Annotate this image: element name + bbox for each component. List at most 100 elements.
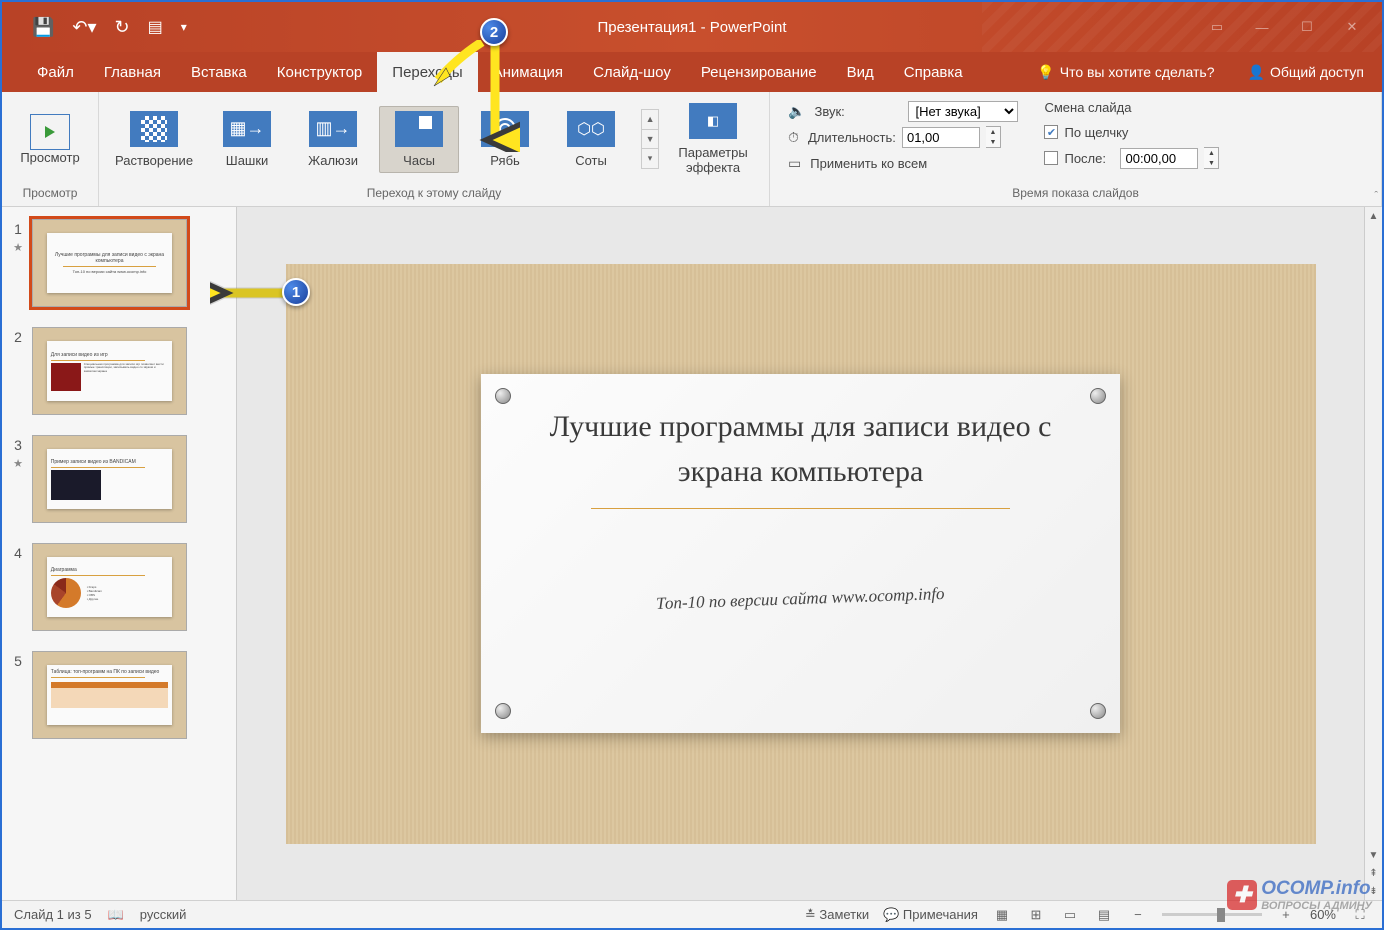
duration-icon: ⏱ (788, 129, 799, 146)
slide-thumb-5[interactable]: Таблица: топ-программ на ПК по записи ви… (32, 651, 187, 739)
thumb-3-title: Пример записи видео из BANDICAM (51, 459, 136, 465)
lightbulb-icon: 💡 (1037, 64, 1054, 81)
sound-icon: 🔈 (788, 103, 805, 120)
blinds-icon: ▥→ (309, 111, 357, 147)
apply-all-icon: ▭ (788, 155, 801, 172)
tell-me-label: Что вы хотите сделать? (1060, 64, 1215, 80)
duration-up[interactable]: ▲ (986, 127, 1000, 137)
save-icon[interactable]: 💾 (32, 17, 54, 38)
slide-canvas-area[interactable]: Лучшие программы для записи видео с экра… (286, 264, 1316, 844)
gallery-up-icon[interactable]: ▲ (642, 110, 658, 130)
qat-customize-icon[interactable]: ▾ (181, 20, 187, 34)
sound-label: Звук: (814, 104, 902, 119)
undo-icon[interactable]: ↶▾ (72, 17, 96, 38)
tab-slideshow[interactable]: Слайд-шоу (578, 52, 686, 92)
slide-thumb-1[interactable]: Лучшие программы для записи видео с экра… (32, 219, 187, 307)
zoom-slider[interactable] (1162, 913, 1262, 916)
tab-design[interactable]: Конструктор (262, 52, 378, 92)
quick-access-toolbar: 💾 ↶▾ ↻ ▤ ▾ (2, 17, 187, 38)
language-indicator[interactable]: русский (140, 907, 187, 922)
reading-view-icon[interactable]: ▭ (1060, 906, 1080, 924)
maximize-icon[interactable]: ☐ (1297, 17, 1317, 37)
duration-input[interactable] (902, 127, 980, 148)
thumb-number: 4 (14, 545, 22, 561)
callout-arrow-2b (432, 40, 502, 90)
thumb-number: 3 (14, 437, 22, 453)
after-input[interactable] (1120, 148, 1198, 169)
slide-thumb-2[interactable]: Для записи видео из игрСпециальная прогр… (32, 327, 187, 415)
slide-title-text[interactable]: Лучшие программы для записи видео с экра… (521, 404, 1080, 494)
after-down[interactable]: ▼ (1204, 158, 1218, 168)
transition-blinds[interactable]: ▥→ Жалюзи (293, 107, 373, 172)
slide-divider (591, 508, 1010, 509)
scroll-up-icon[interactable]: ▲ (1365, 207, 1382, 225)
tab-review[interactable]: Рецензирование (686, 52, 832, 92)
comments-button[interactable]: 💬 Примечания (883, 907, 978, 923)
status-bar: Слайд 1 из 5 📖 русский ≛ Заметки 💬 Приме… (2, 900, 1382, 928)
checker-label: Шашки (226, 153, 269, 168)
tab-insert[interactable]: Вставка (176, 52, 262, 92)
share-icon: 👤 (1248, 64, 1265, 81)
slide-subtitle-text[interactable]: Топ-10 по версии сайта www.ocomp.info (656, 584, 945, 614)
normal-view-icon[interactable]: ▦ (992, 906, 1012, 924)
tab-file[interactable]: Файл (22, 52, 89, 92)
preview-button[interactable]: Просмотр (10, 110, 90, 169)
ribbon-tabs: Файл Главная Вставка Конструктор Переход… (2, 52, 1382, 92)
tab-help[interactable]: Справка (889, 52, 978, 92)
slide-thumb-3[interactable]: Пример записи видео из BANDICAM (32, 435, 187, 523)
clock-label: Часы (403, 153, 435, 168)
apply-to-all-button[interactable]: ▭ Применить ко всем (788, 152, 1018, 174)
zoom-out-icon[interactable]: − (1128, 906, 1148, 924)
slide-thumbnails-panel: 1 ★ Лучшие программы для записи видео с э… (2, 207, 237, 900)
thumb-4-title: Диаграмма (51, 567, 77, 573)
decorative-screw (1090, 703, 1106, 719)
honeycomb-icon: ⬡⬡ (567, 111, 615, 147)
sound-dropdown[interactable]: [Нет звука] (908, 101, 1018, 122)
watermark-line1: OCOMP.info (1261, 878, 1372, 900)
notes-button[interactable]: ≛ Заметки (805, 907, 869, 923)
watermark: ✚ OCOMP.info ВОПРОСЫ АДМИНУ (1227, 878, 1372, 912)
gallery-more-icon[interactable]: ▾ (642, 149, 658, 168)
on-click-label: По щелчку (1064, 125, 1128, 140)
ribbon: Просмотр Просмотр Растворение ▦→ Шашки ▥… (2, 92, 1382, 207)
effect-options-button[interactable]: ◧ Параметры эффекта (665, 99, 761, 179)
spellcheck-icon[interactable]: 📖 (108, 907, 124, 923)
sorter-view-icon[interactable]: ⊞ (1026, 906, 1046, 924)
transition-dissolve[interactable]: Растворение (107, 107, 201, 172)
after-checkbox[interactable] (1044, 151, 1058, 165)
minimize-icon[interactable]: — (1252, 17, 1272, 37)
thumb-number: 1 (14, 221, 22, 237)
slide-content-card: Лучшие программы для записи видео с экра… (481, 374, 1120, 734)
gallery-down-icon[interactable]: ▼ (642, 130, 658, 150)
start-from-beginning-icon[interactable]: ▤ (148, 17, 163, 37)
share-label: Общий доступ (1270, 64, 1364, 80)
ribbon-options-icon[interactable]: ▭ (1207, 17, 1227, 37)
slideshow-view-icon[interactable]: ▤ (1094, 906, 1114, 924)
redo-icon[interactable]: ↻ (115, 17, 130, 38)
share-button[interactable]: 👤 Общий доступ (1230, 64, 1383, 81)
thumb-number: 2 (14, 329, 22, 345)
tab-view[interactable]: Вид (832, 52, 889, 92)
group-preview-label: Просмотр (10, 182, 90, 206)
clock-icon (395, 111, 443, 147)
transition-star-icon: ★ (13, 457, 23, 470)
vertical-scrollbar[interactable]: ▲ ▼ ⇞ ⇟ (1364, 207, 1382, 900)
checker-icon: ▦→ (223, 111, 271, 147)
transition-checker[interactable]: ▦→ Шашки (207, 107, 287, 172)
tab-home[interactable]: Главная (89, 52, 176, 92)
on-click-checkbox[interactable]: ✔ (1044, 125, 1058, 139)
close-icon[interactable]: ✕ (1342, 17, 1362, 37)
after-up[interactable]: ▲ (1204, 148, 1218, 158)
group-timing-label: Время показа слайдов (778, 182, 1373, 206)
slide-counter[interactable]: Слайд 1 из 5 (14, 907, 92, 922)
tell-me-search[interactable]: 💡 Что вы хотите сделать? (1022, 64, 1229, 81)
slide-thumb-4[interactable]: Диаграмма▪ Fraps▪ Bandicam▪ OBS▪ Другие (32, 543, 187, 631)
scroll-down-icon[interactable]: ▼ (1365, 846, 1382, 864)
thumb-2-title: Для записи видео из игр (51, 352, 108, 358)
collapse-ribbon-icon[interactable]: ˆ (1374, 190, 1378, 202)
transition-honeycomb[interactable]: ⬡⬡ Соты (551, 107, 631, 172)
duration-down[interactable]: ▼ (986, 137, 1000, 147)
effect-options-label: Параметры эффекта (678, 145, 747, 175)
window-title: Презентация1 - PowerPoint (598, 19, 787, 36)
after-label: После: (1064, 151, 1114, 166)
